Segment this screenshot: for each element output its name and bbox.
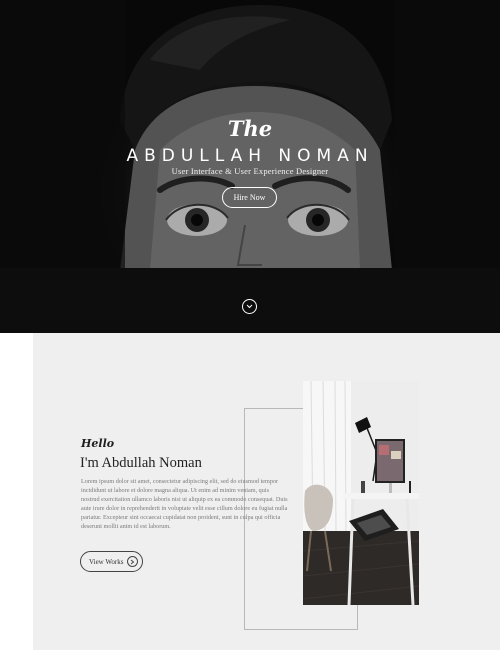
about-heading: I'm Abdullah Noman (80, 455, 202, 471)
hire-now-button[interactable]: Hire Now (222, 187, 277, 208)
hero-name: ABDULLAH NOMAN (126, 146, 374, 166)
hero-script-title: The (227, 116, 273, 141)
hero-subtitle: User Interface & User Experience Designe… (171, 166, 329, 176)
view-works-label: View Works (89, 557, 124, 566)
hello-script-heading: Hello (81, 437, 115, 450)
scroll-down-button[interactable] (242, 299, 257, 314)
about-paragraph: Lorem ipsum dolor sit amet, consectetur … (81, 478, 288, 530)
chevron-right-icon (127, 556, 138, 567)
chevron-down-icon (246, 304, 253, 309)
view-works-button[interactable]: View Works (80, 551, 143, 572)
workspace-photo (303, 381, 419, 605)
hero-section: The ABDULLAH NOMAN User Interface & User… (0, 0, 500, 333)
